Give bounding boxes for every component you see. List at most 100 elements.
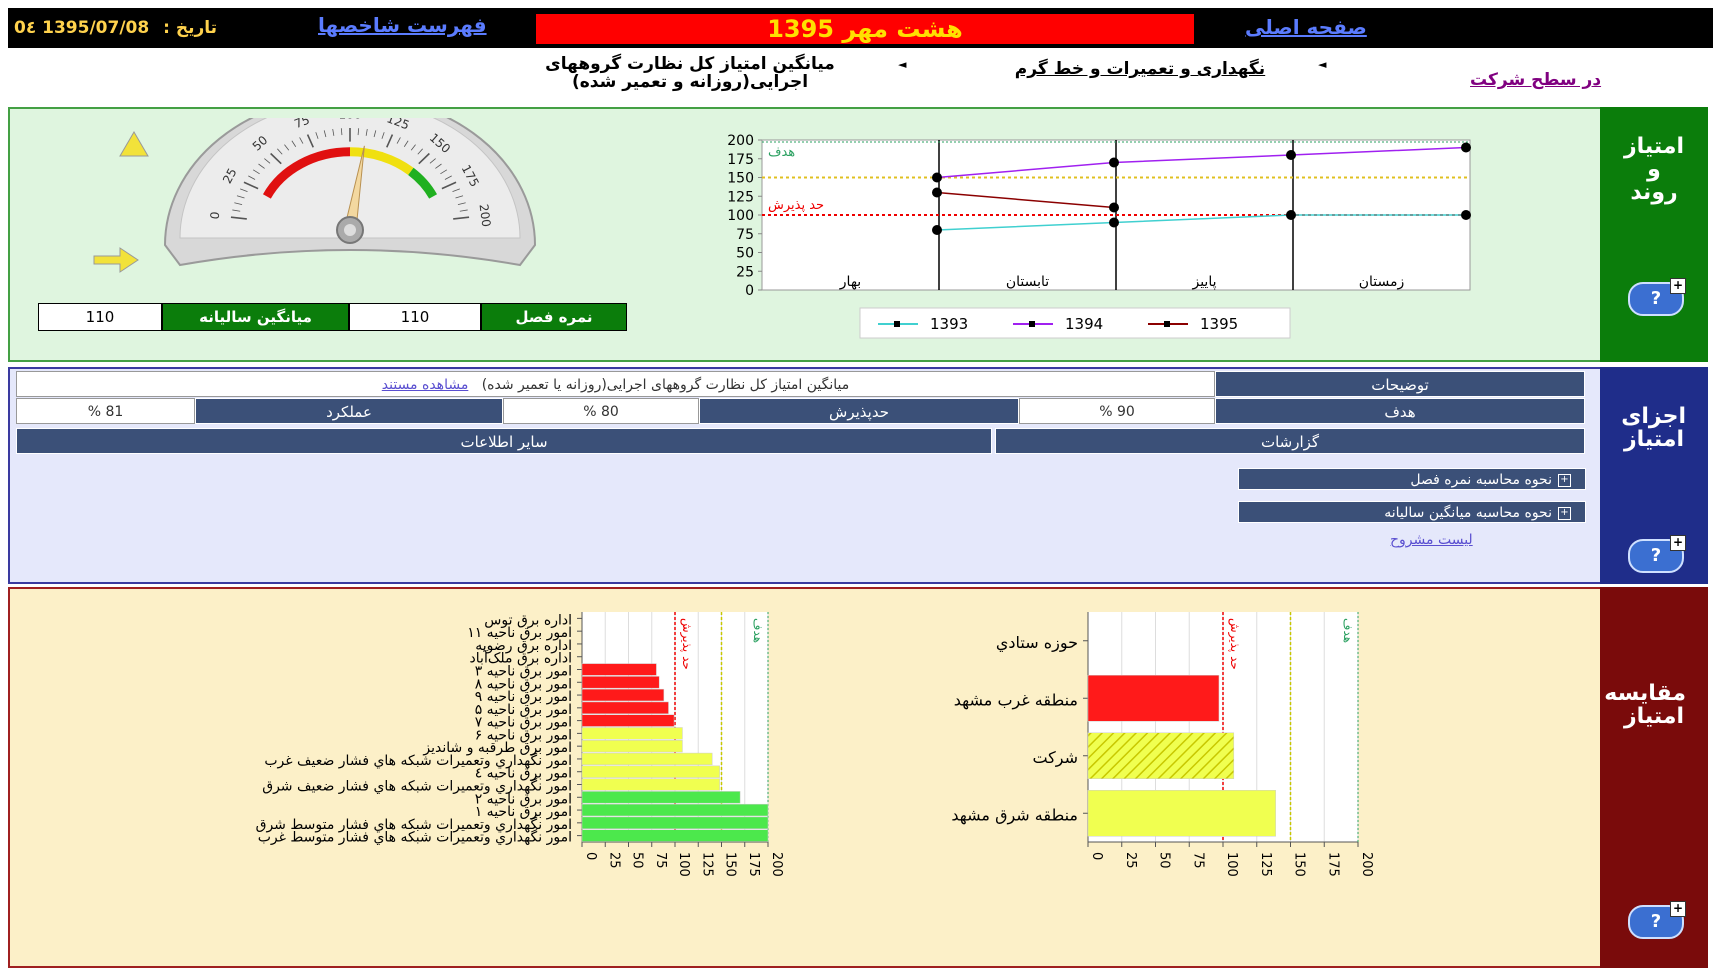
annual-average-label: میانگین سالیانه [162, 303, 349, 331]
bar-mark [581, 803, 769, 817]
annual-average-value: 110 [38, 303, 162, 331]
bar-x-tick-label: 100 [676, 852, 691, 877]
bar-x-tick-label: 200 [1359, 852, 1374, 877]
description-cell: میانگین امتیاز کل نظارت گروههای اجرایی(ر… [16, 371, 1215, 397]
bar-mark [581, 714, 675, 727]
bar-threshold-label: حد پذیرش [679, 618, 694, 670]
expand-icon: + [1558, 473, 1571, 487]
bar-mark [1087, 790, 1276, 837]
trend-y-tick-label: 0 [745, 283, 754, 299]
trend-series-point [1461, 142, 1471, 153]
season-score-label: نمره فصل [481, 303, 627, 331]
bar-mark [581, 778, 720, 791]
trend-y-tick-label: 150 [727, 171, 754, 187]
indicators-list-link[interactable]: فهرست شاخصها [318, 13, 487, 37]
threshold-value: 80 % [503, 398, 699, 424]
trend-legend-marker [894, 321, 900, 327]
bar-x-tick-label: 125 [699, 852, 714, 877]
trend-legend-marker [1029, 321, 1035, 327]
home-link[interactable]: صفحه اصلی [1245, 15, 1367, 39]
score-components-sidebar: اجزای امتیاز ? + [1600, 367, 1708, 584]
calc-season-score-button[interactable]: + نحوه محاسبه نمره فصل [1238, 468, 1586, 490]
triangle-up-icon [119, 131, 149, 157]
bar-x-tick-label: 50 [630, 852, 645, 869]
date-value: 1395/07/08 [42, 18, 150, 38]
bar-mark [581, 791, 741, 804]
bar-x-tick-label: 175 [746, 852, 761, 877]
performance-value: 81 % [16, 398, 195, 424]
unit-comparison-chart: 0 25 50 75 100 125 150 175 200حد پذیرش هدفاداره ب… [256, 612, 784, 877]
bar-mark [1087, 675, 1220, 722]
target-label: هدف [1215, 398, 1585, 424]
gauge-tick-label: 100 [339, 118, 362, 121]
bar-category-label: منطقه شرق مشهد [951, 805, 1078, 825]
bar-x-tick-label: 0 [1089, 852, 1104, 860]
bar-x-tick-label: 150 [1292, 852, 1307, 877]
bar-mark [581, 752, 713, 766]
bar-mark [581, 727, 683, 740]
bar-x-tick-label: 25 [1123, 852, 1138, 869]
calc-annual-average-label: نحوه محاسبه میانگین سالیانه [1384, 505, 1552, 521]
trend-legend-label: 1395 [1200, 315, 1238, 333]
score-trend-sidebar: امتیاز و روند ? + [1600, 107, 1708, 362]
other-info-tab[interactable]: سایر اطلاعات [16, 428, 992, 454]
description-header: توضیحات [1215, 371, 1585, 397]
trend-y-tick-label: 75 [736, 227, 754, 243]
bar-x-tick-label: 50 [1157, 852, 1172, 869]
trend-threshold-label: حد پذیرش [768, 198, 824, 213]
breadcrumb-arrow-icon-2: ◄ [898, 58, 907, 71]
breadcrumb-company-level[interactable]: در سطح شرکت [1470, 70, 1601, 90]
bar-mark [581, 829, 769, 842]
trend-chart: 0 25 50 75 100 125 150 175 200 بهار تابستان پاییز زم… [727, 133, 1471, 339]
help-icon-2[interactable]: ? + [1628, 535, 1686, 573]
bar-mark [581, 765, 720, 778]
trend-y-tick-label: 175 [727, 152, 754, 168]
help-icon-3[interactable]: ? + [1628, 901, 1686, 939]
trend-x-label: پاییز [1191, 274, 1216, 290]
trend-x-label: بهار [839, 274, 861, 290]
expand-icon-2: + [1558, 506, 1571, 520]
bar-x-tick-label: 0 [583, 852, 598, 860]
bar-category-label: امور نگهداري وتعميرات شبکه هاي فشار متوس… [258, 829, 572, 846]
trend-series-point [1109, 202, 1119, 213]
trend-y-tick-label: 125 [727, 189, 754, 205]
gauge-hub-center [344, 224, 356, 236]
bar-x-tick-label: 150 [723, 852, 738, 877]
speed-gauge: 0255075100125150175200 [163, 118, 537, 267]
bar-mark [581, 740, 683, 753]
score-comparison-title: مقایسه امتیاز [1604, 681, 1686, 729]
arrow-right-icon [93, 247, 139, 273]
bar-target-label: هدف [1341, 618, 1355, 643]
bar-mark [581, 676, 660, 689]
bar-mark [1087, 732, 1235, 779]
gauge-tick-label: 200 [477, 203, 494, 227]
trend-series-point [1461, 210, 1471, 220]
breadcrumb-maintenance[interactable]: نگهداری و تعمیرات و خط گرم [980, 60, 1300, 78]
help-icon[interactable]: ? + [1628, 278, 1686, 316]
trend-y-tick-label: 100 [727, 208, 754, 224]
trend-y-tick-label: 50 [736, 246, 754, 262]
trend-series-point [932, 172, 942, 183]
bar-x-tick-label: 75 [653, 852, 668, 869]
bar-target-label: هدف [751, 618, 765, 643]
calc-annual-average-button[interactable]: + نحوه محاسبه میانگین سالیانه [1238, 501, 1586, 523]
score-comparison-sidebar: مقایسه امتیاز ? + [1600, 587, 1708, 968]
trend-x-label: زمستان [1359, 274, 1405, 290]
reports-tab[interactable]: گزارشات [995, 428, 1585, 454]
bar-x-tick-label: 25 [606, 852, 621, 869]
bar-x-tick-label: 125 [1258, 852, 1273, 877]
detail-list-link[interactable]: لیست مشروح [1390, 532, 1473, 548]
trend-legend-label: 1393 [930, 315, 968, 333]
trend-x-label: تابستان [1006, 274, 1049, 290]
trend-y-tick-label: 200 [727, 133, 754, 149]
description-text: میانگین امتیاز کل نظارت گروههای اجرایی(ر… [481, 377, 850, 393]
bar-x-tick-label: 100 [1224, 852, 1239, 877]
bar-x-tick-label: 200 [769, 852, 784, 877]
bar-mark [581, 663, 657, 676]
trend-legend-marker [1164, 321, 1170, 327]
trend-series-point [932, 187, 942, 198]
trend-legend-label: 1394 [1065, 315, 1103, 333]
view-document-link[interactable]: مشاهده مستند [382, 377, 469, 393]
season-score-value: 110 [349, 303, 481, 331]
bar-category-label: حوزه ستادي [996, 633, 1078, 653]
